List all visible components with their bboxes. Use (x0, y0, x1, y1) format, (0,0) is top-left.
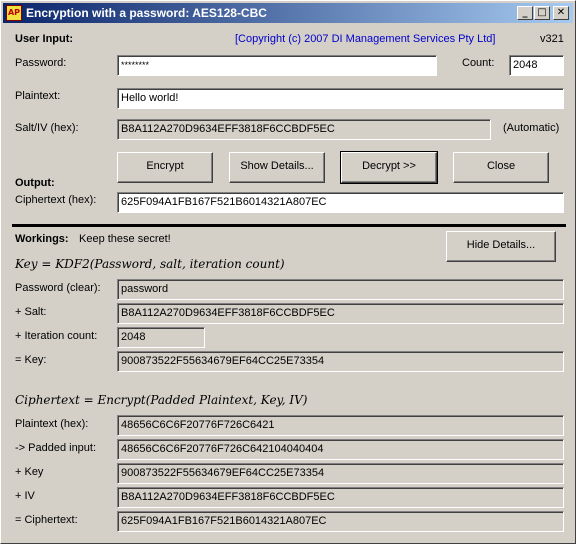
result-ciphertext-label: = Ciphertext: (15, 514, 78, 526)
user-input-heading: User Input: (15, 33, 74, 45)
iv-label: + IV (15, 490, 35, 502)
plaintext-hex-field: 48656C6C6F20776F726C6421 (117, 415, 564, 436)
copyright-link[interactable]: [Copyright (c) 2007 DI Management Servic… (235, 33, 495, 45)
padded-input-label: -> Padded input: (15, 442, 97, 454)
workings-salt-field: B8A112A270D9634EFF3818F6CCBDF5EC (117, 303, 564, 324)
close-button[interactable]: Close (453, 152, 549, 183)
iteration-count-label: + Iteration count: (15, 330, 98, 342)
result-ciphertext-field: 625F094A1FB167F521B6014321A807EC (117, 511, 564, 532)
iteration-count-field: 2048 (117, 327, 205, 348)
password-clear-field: password (117, 279, 564, 300)
app-icon: AP (6, 5, 22, 21)
maximize-button[interactable]: □ (534, 6, 550, 20)
output-heading: Output: (15, 177, 55, 189)
section-divider (12, 224, 566, 227)
key-field: 900873522F55634679EF64CC25E73354 (117, 351, 564, 372)
salt-mode-label: (Automatic) (503, 122, 560, 134)
plaintext-hex-label: Plaintext (hex): (15, 418, 89, 430)
hide-details-button[interactable]: Hide Details... (446, 231, 556, 262)
workings-heading: Workings: (15, 233, 69, 245)
encrypt-button[interactable]: Encrypt (117, 152, 213, 183)
window-title: Encryption with a password: AES128-CBC (26, 6, 267, 20)
show-details-button[interactable]: Show Details... (229, 152, 325, 183)
close-window-button[interactable]: ✕ (553, 6, 569, 20)
key2-label: + Key (15, 466, 44, 478)
password-label: Password: (15, 57, 67, 69)
app-window: AP Encryption with a password: AES128-CB… (0, 0, 576, 544)
kdf-formula: Key = KDF2(Password, salt, iteration cou… (15, 257, 285, 271)
key2-field: 900873522F55634679EF64CC25E73354 (117, 463, 564, 484)
ciphertext-label: Ciphertext (hex): (15, 194, 97, 206)
salt-iv-label: Salt/IV (hex): (15, 122, 79, 134)
count-input[interactable]: 2048 (509, 55, 564, 76)
title-bar[interactable]: AP Encryption with a password: AES128-CB… (3, 3, 573, 23)
padded-input-field: 48656C6C6F20776F726C642104040404 (117, 439, 564, 460)
password-input[interactable]: ******** (117, 55, 437, 76)
salt-iv-field: B8A112A270D9634EFF3818F6CCBDF5EC (117, 119, 491, 140)
decrypt-button[interactable]: Decrypt >> (340, 151, 438, 184)
count-label: Count: (462, 57, 495, 69)
encrypt-formula: Ciphertext = Encrypt(Padded Plaintext, K… (15, 393, 308, 407)
key-label: = Key: (15, 354, 47, 366)
iv-field: B8A112A270D9634EFF3818F6CCBDF5EC (117, 487, 564, 508)
version-label: v321 (540, 33, 564, 45)
workings-salt-label: + Salt: (15, 306, 47, 318)
ciphertext-output[interactable]: 625F094A1FB167F521B6014321A807EC (117, 192, 564, 213)
password-clear-label: Password (clear): (15, 282, 101, 294)
plaintext-label: Plaintext: (15, 90, 61, 102)
minimize-button[interactable]: _ (517, 6, 533, 20)
plaintext-input[interactable]: Hello world! (117, 88, 564, 109)
workings-note: Keep these secret! (79, 233, 171, 245)
